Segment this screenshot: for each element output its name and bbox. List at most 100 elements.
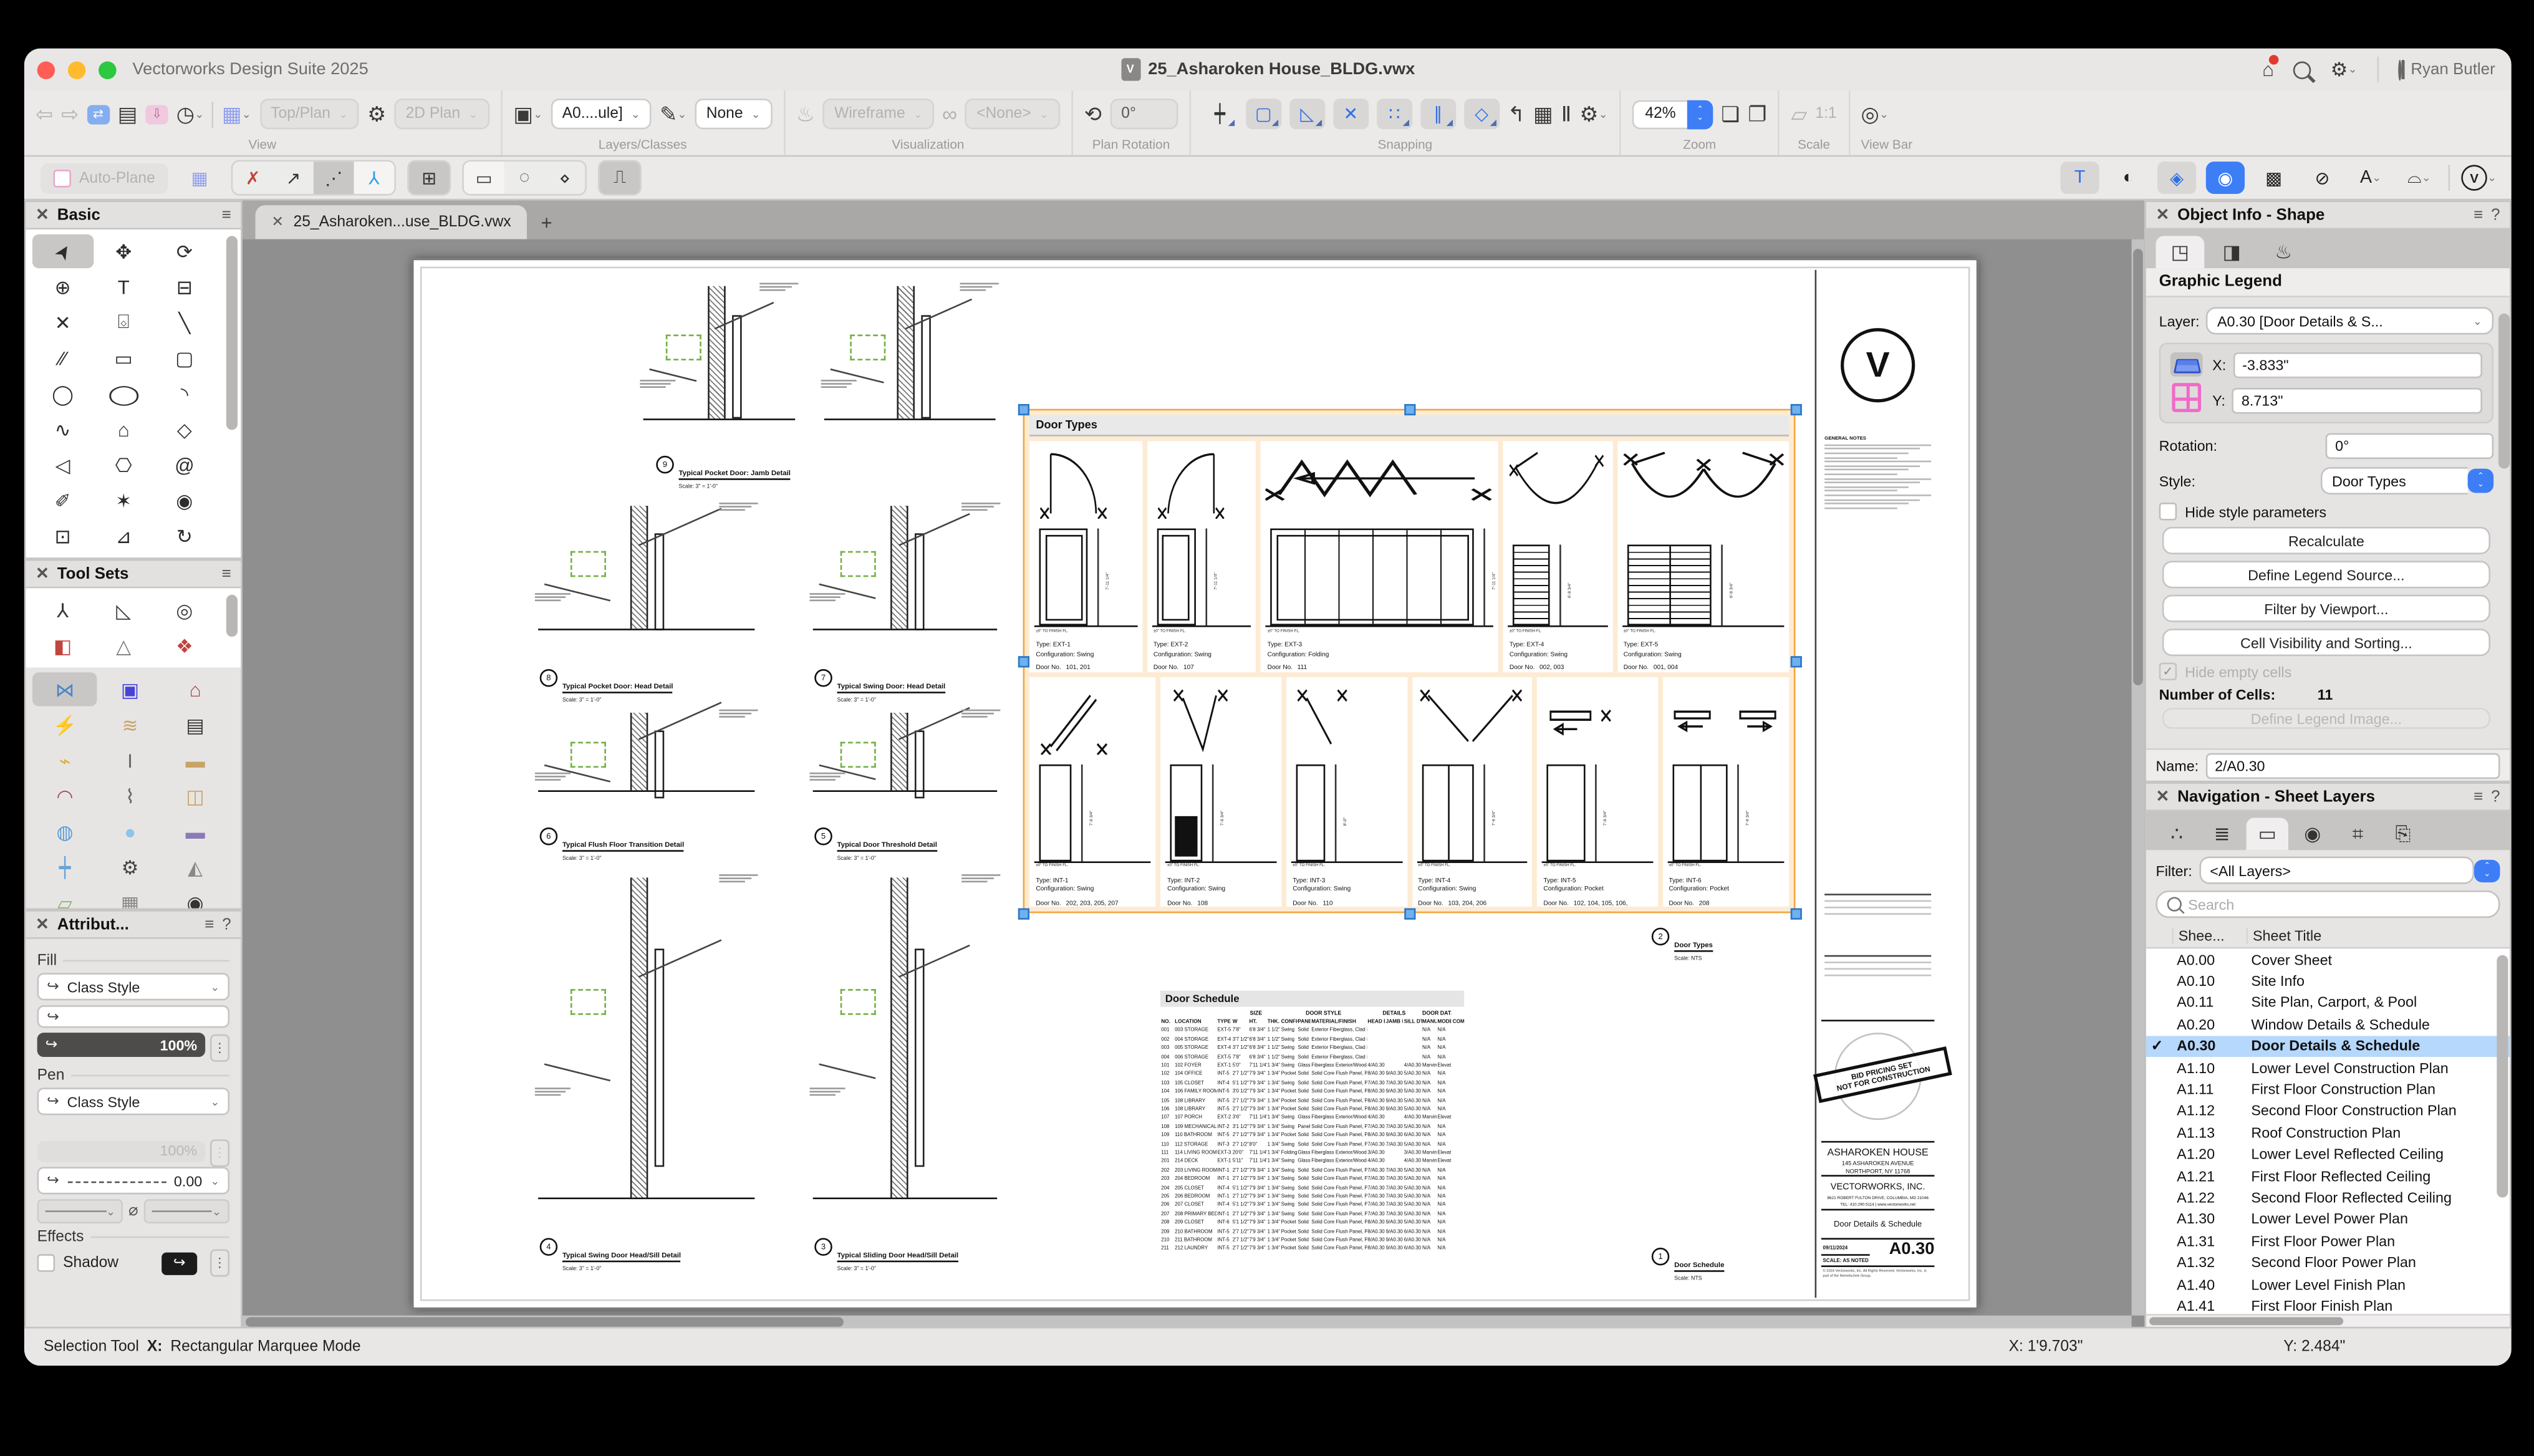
document-history-icon[interactable]: ◷⌄ [176, 101, 205, 127]
pause-snapping-icon[interactable]: Ⅱ [1561, 101, 1572, 127]
line-style-dropdown-left[interactable]: ⌄ [37, 1199, 124, 1223]
disable-constraint-icon[interactable]: ✗ [233, 162, 273, 194]
line-weight-dropdown[interactable]: ↪0.00⌄ [37, 1167, 229, 1194]
selection-handle-2[interactable] [1790, 403, 1801, 415]
sheet-row-A0.11[interactable]: A0.11Site Plan, Carport, & Pool [2146, 992, 2510, 1014]
layer-dropdown[interactable]: A0.30 [Door Details & S...⌄ [2206, 307, 2493, 334]
plan-rotation-field[interactable]: 0° [1110, 99, 1178, 129]
fastener-toolset[interactable]: ⌇ [97, 779, 163, 812]
fit-objects-icon[interactable]: ❐ [1748, 101, 1766, 127]
furniture-toolset[interactable]: ◫ [163, 779, 228, 812]
screen-plane-icon[interactable] [2170, 352, 2203, 377]
close-icon[interactable]: ✕ [36, 915, 49, 933]
maximize-window-button[interactable] [99, 60, 117, 79]
text-tool[interactable]: T [93, 270, 154, 304]
lattice-toolset[interactable]: ❖ [154, 629, 215, 662]
cell-visibility-sorting-button[interactable]: Cell Visibility and Sorting... [2162, 629, 2490, 656]
polygon-tool[interactable]: ◇ [154, 412, 215, 446]
flyover-tool[interactable]: ⟳ [154, 234, 215, 268]
deform-tool[interactable]: ⊿ [93, 519, 154, 552]
lasso-marquee-icon[interactable]: ◌ [504, 162, 545, 194]
close-window-button[interactable] [37, 60, 55, 79]
valve-toolset[interactable]: ┿ [32, 850, 98, 884]
help-icon[interactable]: ? [2491, 788, 2500, 806]
tool-sets-scrollbar[interactable] [226, 595, 238, 637]
y-field[interactable]: 8.713" [2232, 388, 2482, 413]
resize-mode-icon[interactable]: ⊞ [409, 162, 450, 194]
freehand-tool[interactable]: ∿ [32, 412, 94, 446]
shadow-options-icon[interactable]: ⋮ [210, 1249, 229, 1276]
sheet-row-A0.10[interactable]: A0.10Site Info [2146, 970, 2510, 992]
fill-color-swatch[interactable]: ↪ [37, 1005, 229, 1028]
plan-rotation-icon[interactable]: ⟲ [1084, 101, 1102, 127]
sheet-row-A1.21[interactable]: A1.21First Floor Reflected Ceiling [2146, 1165, 2510, 1187]
fit-view-icon[interactable]: ⇄ [87, 104, 109, 123]
ellipse-tool[interactable]: ◯ [93, 377, 154, 410]
canvas-vertical-scrollbar[interactable] [2132, 239, 2145, 1316]
data-visualization-dropdown[interactable]: <None>⌄ [965, 99, 1060, 129]
rounded-rectangle-tool[interactable]: ▢ [154, 341, 215, 375]
selection-handle-4[interactable] [1790, 655, 1801, 667]
unified-view-prism-icon[interactable]: ◈ [2157, 162, 2196, 194]
scale-ruler-icon[interactable]: ▱ [1791, 101, 1808, 127]
help-icon[interactable]: ? [2491, 206, 2500, 224]
irrigation-toolset[interactable]: ● [97, 814, 163, 848]
close-icon[interactable]: ✕ [2156, 206, 2169, 224]
auto-hide-detail-icon[interactable]: T [2061, 162, 2099, 194]
polygon-marquee-icon[interactable]: ⋄ [544, 162, 585, 194]
3d-modeling-toolset[interactable]: ⅄ [32, 593, 94, 627]
tab-objects[interactable]: ∴ [2156, 817, 2197, 850]
pan-tool[interactable]: ✥ [93, 234, 154, 268]
tab-data[interactable]: ◨ [2207, 236, 2256, 268]
menu-icon[interactable]: ≡ [205, 915, 214, 933]
sheet-row-A1.31[interactable]: A1.31First Floor Power Plan [2146, 1230, 2510, 1252]
minimize-window-button[interactable] [68, 60, 86, 79]
close-icon[interactable]: ✕ [2156, 788, 2169, 806]
locus-tool[interactable]: ✕ [32, 306, 94, 339]
shutters-toolset[interactable]: ⋈ [32, 672, 98, 706]
search-icon[interactable] [2293, 60, 2311, 79]
fit-page-icon[interactable]: ❏ [1721, 101, 1740, 127]
spiral-tool[interactable]: @ [154, 448, 215, 481]
door-types-legend[interactable]: Door Types7'-11 1/4"±0" TO FINISH FL.Typ… [1023, 409, 1796, 914]
name-field[interactable]: 2/A0.30 [2205, 752, 2500, 778]
style-stepper[interactable]: ⌃⌄ [2468, 469, 2493, 493]
column-sheet-title[interactable]: Sheet Title [2247, 928, 2510, 944]
machine-design-toolset[interactable]: ⚙ [97, 850, 163, 884]
pen-style-dropdown[interactable]: ↪Class Style⌄ [37, 1087, 229, 1115]
object-info-scrollbar[interactable] [2498, 314, 2510, 469]
filter-stepper[interactable]: ⌃⌄ [2474, 859, 2500, 882]
cable-toolset[interactable]: ⌁ [32, 743, 98, 777]
selection-handle-3[interactable] [1018, 655, 1029, 667]
plumbing-toolset[interactable]: ≋ [97, 708, 163, 741]
reshape-tool[interactable]: ⊡ [32, 519, 94, 552]
hardscape-toolset[interactable]: ▦ [97, 885, 163, 910]
site-planning-toolset[interactable]: ▱ [32, 885, 98, 910]
double-polygon-tool[interactable]: ◁ [32, 448, 94, 481]
arc-tool[interactable]: ◝ [154, 377, 215, 410]
move-by-points-icon[interactable]: ↗ [273, 162, 314, 194]
sheet-row-A1.32[interactable]: A1.32Second Floor Power Plan [2146, 1251, 2510, 1273]
sheet-row-A1.30[interactable]: A1.30Lower Level Power Plan [2146, 1208, 2510, 1230]
steel-beam-toolset[interactable]: I [97, 743, 163, 777]
settings-gear-icon[interactable]: ⚙ ⌄ [2331, 58, 2358, 80]
new-tab-button[interactable]: + [527, 205, 566, 239]
snap-table-icon[interactable]: ▦ [1533, 101, 1553, 127]
sheet-row-A1.40[interactable]: A1.40Lower Level Finish Plan [2146, 1273, 2510, 1295]
recalculate-button[interactable]: Recalculate [2162, 527, 2490, 554]
view-bar-eye-icon[interactable]: ◎⌄ [1861, 101, 1889, 127]
sheet-row-A1.20[interactable]: A1.20Lower Level Reflected Ceiling [2146, 1144, 2510, 1165]
import-icon[interactable]: ⇩ [146, 104, 168, 123]
circle-tool[interactable]: ◯ [32, 377, 94, 410]
snapping-settings-gear-icon[interactable]: ⚙⌄ [1579, 101, 1607, 127]
solids-toolset[interactable]: ◧ [32, 629, 94, 662]
column-sheet-number[interactable]: Shee... [2172, 928, 2246, 944]
truss-toolset[interactable]: ◭ [163, 850, 228, 884]
selection-handle-0[interactable] [1018, 403, 1029, 415]
snap-grid-icon[interactable]: ┿ [1202, 99, 1238, 129]
x-field[interactable]: -3.833" [2233, 352, 2482, 378]
double-line-tool[interactable]: ∕∕ [32, 341, 94, 375]
text-style-icon[interactable]: A⌄ [2351, 162, 2390, 194]
contrast-mode-icon[interactable]: ◐ [2109, 162, 2147, 194]
sheet-a030[interactable]: 9Typical Pocket Door: Jamb DetailScale: … [412, 259, 1978, 1309]
